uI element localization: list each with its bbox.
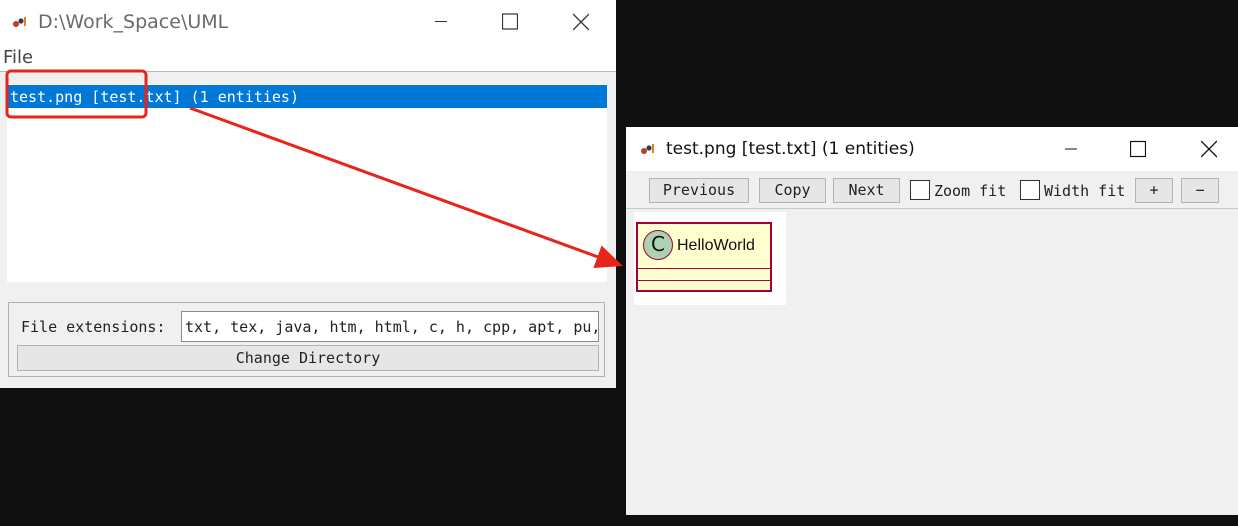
file-extensions-value: txt, tex, java, htm, html, c, h, cpp, ap… xyxy=(185,318,599,336)
zoom-fit-label[interactable]: Zoom fit xyxy=(934,182,1006,200)
next-button[interactable]: Next xyxy=(833,178,900,203)
directory-window-title: D:\Work_Space\UML xyxy=(38,10,229,33)
list-item-label: test.png [test.txt] (1 entities) xyxy=(10,88,299,106)
file-extensions-label: File extensions: xyxy=(21,318,166,336)
menu-file[interactable]: File xyxy=(3,47,33,68)
class-method-divider xyxy=(638,280,770,281)
width-fit-checkbox[interactable] xyxy=(1020,180,1040,200)
class-stereotype-letter: C xyxy=(651,232,665,256)
maximize-button[interactable] xyxy=(487,0,533,43)
viewer-toolbar: Previous Copy Next Zoom fit Width fit + … xyxy=(626,171,1238,209)
list-item[interactable]: test.png [test.txt] (1 entities) xyxy=(7,85,607,108)
directory-window: D:\Work_Space\UML File test.png [test.tx… xyxy=(0,0,616,388)
bottom-panel: File extensions: txt, tex, java, htm, ht… xyxy=(8,302,605,377)
minimize-button[interactable] xyxy=(418,0,464,43)
class-name: HelloWorld xyxy=(677,237,755,254)
class-attribute-divider xyxy=(638,268,770,269)
app-icon xyxy=(641,144,654,154)
maximize-icon xyxy=(1130,140,1146,158)
uml-class-box: C HelloWorld xyxy=(636,222,772,292)
close-button[interactable] xyxy=(558,0,604,43)
change-directory-button[interactable]: Change Directory xyxy=(17,345,599,371)
diagram-canvas: C HelloWorld xyxy=(626,210,1238,515)
minimize-icon xyxy=(435,21,447,22)
file-list[interactable]: test.png [test.txt] (1 entities) xyxy=(7,84,607,282)
zoom-out-button[interactable]: − xyxy=(1181,178,1219,203)
maximize-button[interactable] xyxy=(1115,127,1161,171)
minimize-icon xyxy=(1065,148,1077,150)
close-button[interactable] xyxy=(1186,127,1232,171)
directory-window-titlebar[interactable]: D:\Work_Space\UML xyxy=(0,0,616,43)
close-icon xyxy=(1201,140,1217,158)
image-viewer-titlebar[interactable]: test.png [test.txt] (1 entities) xyxy=(626,127,1238,171)
diagram-image: C HelloWorld xyxy=(634,212,786,305)
menu-bar: File xyxy=(0,43,616,72)
zoom-fit-checkbox[interactable] xyxy=(910,180,930,200)
maximize-icon xyxy=(502,13,518,30)
previous-button[interactable]: Previous xyxy=(649,178,749,203)
image-viewer-window: test.png [test.txt] (1 entities) Previou… xyxy=(626,127,1238,515)
image-viewer-title: test.png [test.txt] (1 entities) xyxy=(666,139,915,159)
minimize-button[interactable] xyxy=(1048,127,1094,171)
close-icon xyxy=(573,13,589,31)
width-fit-label[interactable]: Width fit xyxy=(1044,182,1125,200)
app-icon xyxy=(13,16,26,27)
file-extensions-input[interactable]: txt, tex, java, htm, html, c, h, cpp, ap… xyxy=(181,311,599,342)
class-stereotype-circle: C xyxy=(643,230,673,260)
zoom-in-button[interactable]: + xyxy=(1135,178,1173,203)
copy-button[interactable]: Copy xyxy=(759,178,826,203)
